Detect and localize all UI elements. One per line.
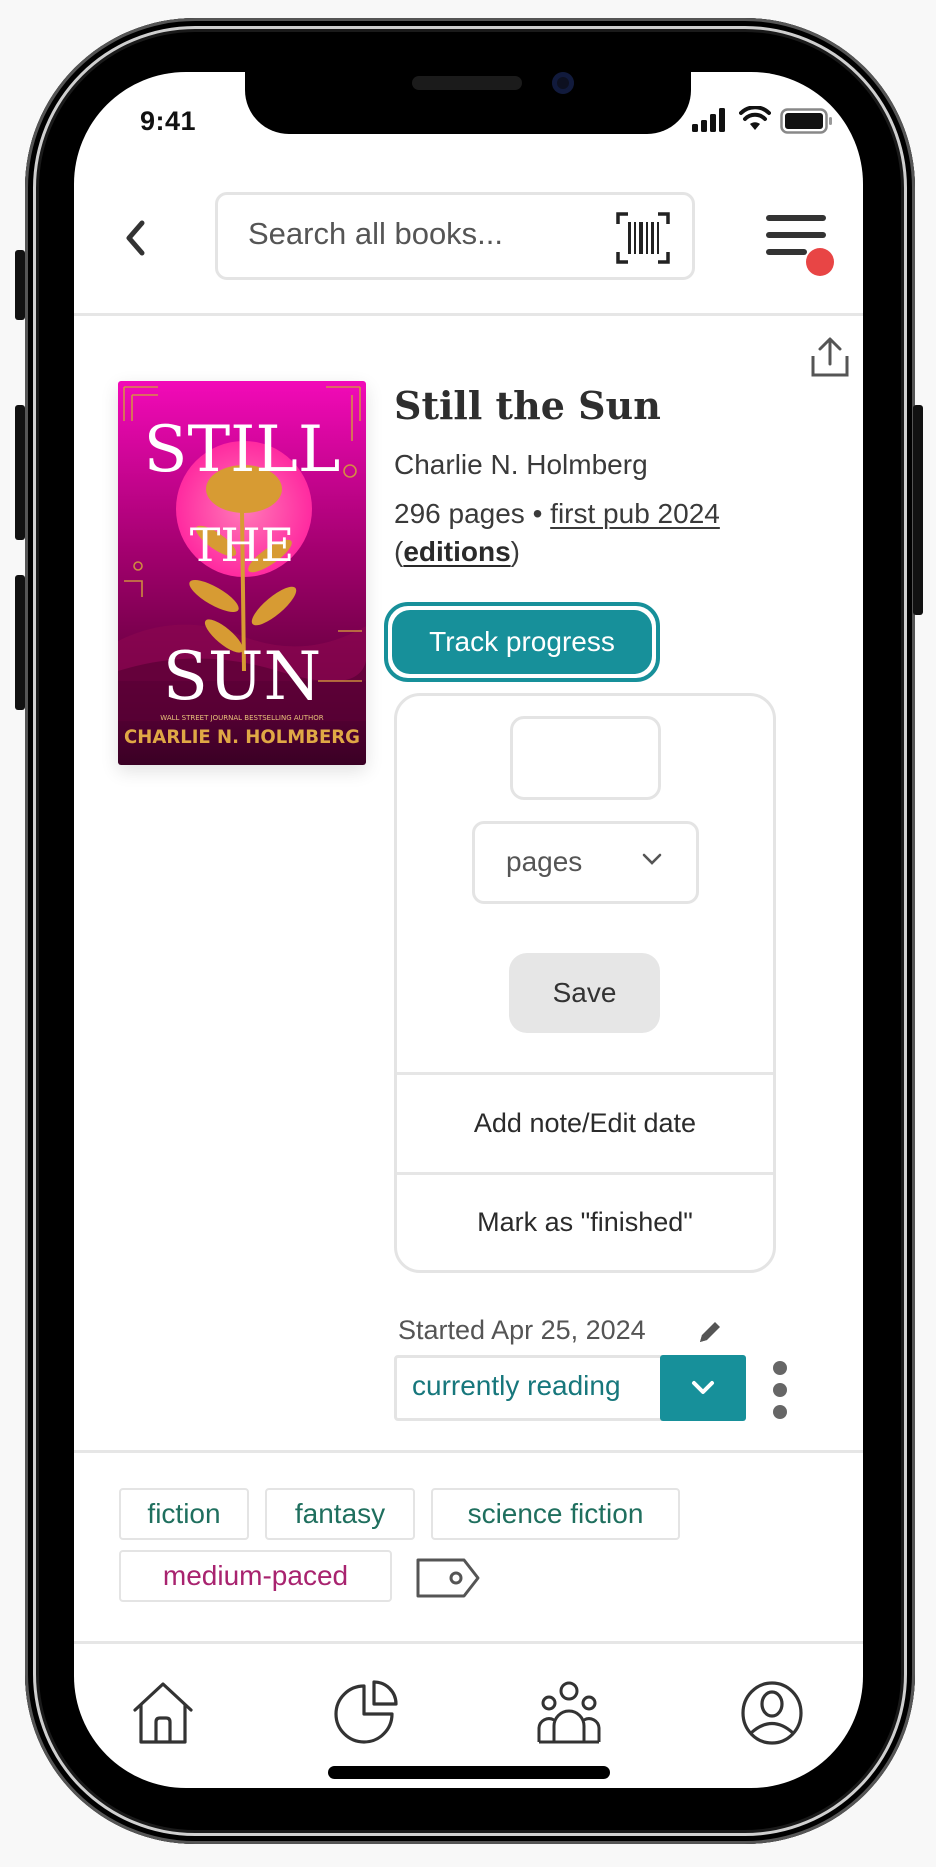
cover-title-line2: THE	[190, 518, 294, 572]
tag-science-fiction[interactable]: science fiction	[431, 1488, 680, 1540]
save-button[interactable]: Save	[509, 953, 660, 1033]
volume-up-button	[15, 405, 25, 540]
barcode-scan-icon[interactable]	[616, 212, 670, 264]
add-note-button[interactable]: Add note/Edit date	[397, 1075, 773, 1172]
wifi-icon	[739, 106, 771, 130]
tag-fiction[interactable]: fiction	[119, 1488, 249, 1540]
volume-down-button	[15, 575, 25, 710]
home-indicator[interactable]	[328, 1766, 610, 1779]
nav-divider	[74, 1641, 863, 1644]
notification-dot	[806, 248, 834, 276]
tag-medium-paced[interactable]: medium-paced	[119, 1550, 392, 1602]
mute-switch	[15, 250, 25, 320]
people-icon[interactable]	[536, 1680, 602, 1746]
cover-title-line1: STILL	[144, 413, 341, 487]
cover-author: CHARLIE N. HOLMBERG	[124, 726, 360, 748]
tag-fantasy[interactable]: fantasy	[265, 1488, 415, 1540]
section-divider	[74, 1450, 863, 1453]
menu-icon[interactable]	[764, 212, 836, 278]
status-time: 9:41	[140, 106, 197, 136]
back-button[interactable]	[120, 218, 150, 258]
track-progress-button[interactable]: Track progress	[384, 602, 660, 682]
more-vertical-icon[interactable]	[770, 1358, 790, 1422]
book-author[interactable]: Charlie N. Holmberg	[394, 449, 648, 481]
share-icon[interactable]	[810, 336, 850, 378]
editions-link[interactable]: editions	[403, 536, 510, 567]
paren-open: (	[394, 536, 404, 567]
power-button	[913, 405, 923, 615]
paren-close: )	[510, 536, 520, 567]
chevron-down-icon	[642, 853, 662, 865]
speaker	[412, 76, 522, 90]
book-title: Still the Sun	[394, 383, 661, 428]
search-placeholder: Search all books...	[248, 216, 504, 251]
book-meta-line: 296 pages • first pub 2024	[394, 498, 720, 530]
page-count: 296 pages	[394, 498, 525, 529]
reading-status-dropdown-button[interactable]	[660, 1355, 746, 1421]
home-icon[interactable]	[130, 1680, 196, 1746]
progress-input[interactable]	[510, 716, 661, 800]
cover-title-line3: SUN	[163, 638, 322, 715]
tag-icon[interactable]	[414, 1556, 484, 1600]
started-date: Started Apr 25, 2024	[398, 1315, 646, 1345]
track-progress-label: Track progress	[392, 610, 652, 674]
pencil-icon[interactable]	[696, 1318, 724, 1346]
editions-line: (editions)	[394, 536, 520, 568]
reading-status-value: currently reading	[412, 1370, 621, 1401]
camera	[552, 72, 574, 94]
unit-select-value: pages	[506, 846, 583, 877]
pie-chart-icon[interactable]	[334, 1680, 400, 1746]
signal-icon	[692, 108, 725, 132]
separator: •	[532, 498, 543, 529]
header-divider	[74, 313, 863, 316]
first-pub-link[interactable]: first pub 2024	[550, 498, 720, 529]
battery-icon	[780, 108, 832, 134]
cover-tagline: WALL STREET JOURNAL BESTSELLING AUTHOR	[160, 714, 324, 722]
mark-finished-button[interactable]: Mark as "finished"	[397, 1175, 773, 1270]
book-cover[interactable]: STILL THE SUN WALL STREET JOURNAL BESTSE…	[118, 381, 366, 765]
chevron-down-icon	[692, 1381, 714, 1394]
profile-icon[interactable]	[739, 1680, 805, 1746]
